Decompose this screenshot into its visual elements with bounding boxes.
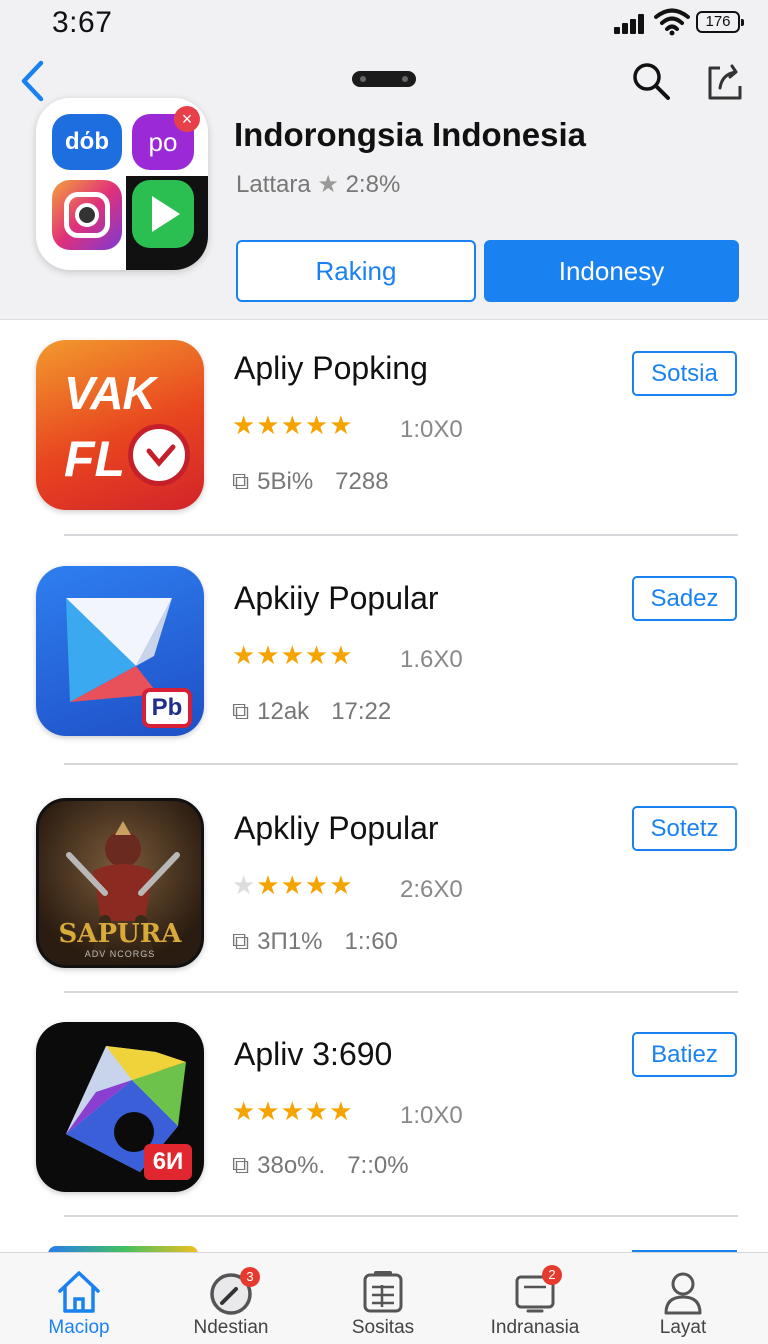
person-icon: [664, 1272, 702, 1315]
page-title: Indorongsia Indonesia: [234, 116, 587, 153]
rating-stars: ★★★★★: [232, 640, 354, 670]
cellular-signal-icon: [614, 14, 648, 34]
featured-app-icon[interactable]: dόb po ×: [36, 98, 208, 270]
divider: [64, 991, 738, 993]
list-item[interactable]: 6И Apliv 3:690 ★★★★★ 1:0X0 ⧉ 38o%. 7::0%…: [0, 1016, 768, 1246]
app-size: 5Bi%: [257, 468, 314, 495]
search-button[interactable]: [630, 60, 672, 102]
app-size: 38o%.: [257, 1152, 326, 1179]
app-time: 7::0%: [347, 1152, 409, 1179]
app-icon: 6И: [36, 1022, 204, 1192]
app-icon-text-1: VAK: [64, 367, 156, 419]
tab-sositas[interactable]: Sositas: [308, 1253, 458, 1344]
tab-label: Sositas: [351, 1317, 415, 1338]
rating-count: 1:0X0: [400, 416, 463, 443]
app-time: 1::60: [344, 928, 398, 955]
app-meta: ⧉ 38o%. 7::0%: [232, 1152, 409, 1180]
wifi-icon: [654, 8, 690, 36]
divider: [64, 534, 738, 536]
star-icon: ★: [317, 171, 339, 198]
get-button[interactable]: Sotetz: [632, 806, 737, 851]
rating-stars: ★★★★★: [232, 1096, 354, 1126]
header-subtitle: Lattara ★ 2:8%: [236, 170, 400, 199]
divider: [64, 763, 738, 765]
clock-icon: [128, 424, 190, 486]
app-meta: ⧉ 12ak 17:22: [232, 698, 391, 726]
rating-count: 1.6X0: [400, 646, 463, 673]
share-button[interactable]: [702, 58, 746, 102]
app-size: 12ak: [257, 698, 310, 725]
app-meta: ⧉ 3Π1% 1::60: [232, 928, 398, 956]
chevron-left-icon: [21, 60, 44, 102]
app-time: 7288: [335, 468, 389, 495]
sheet-grabber[interactable]: [352, 71, 416, 87]
get-button[interactable]: Sotsia: [632, 351, 737, 396]
subtitle-label: Lattara: [236, 171, 311, 198]
tab-bar: Maciop 3 Ndestian Sositas 2 Indranasia L…: [0, 1252, 768, 1344]
divider: [64, 1215, 738, 1217]
app-badge: Pb: [142, 688, 192, 728]
list-item[interactable]: VAK FL Apliy Popking ★★★★★ 1:0X0 ⧉ 5Bi% …: [0, 330, 768, 560]
hero-tile-purple-label: po: [148, 126, 178, 157]
home-icon: [58, 1271, 100, 1313]
download-icon: ⧉: [232, 468, 250, 495]
app-icon-title: SAPURA: [58, 919, 182, 949]
ranking-button[interactable]: Raking: [236, 240, 476, 302]
close-badge-icon[interactable]: ×: [174, 106, 200, 132]
get-button[interactable]: Sadez: [632, 576, 737, 621]
list-item[interactable]: SAPURA ADV NCORGS Apkliy Popular ★★★★★ 2…: [0, 790, 768, 1020]
camera-app-icon: [52, 180, 122, 250]
rating-count: 1:0X0: [400, 1102, 463, 1129]
download-icon: ⧉: [232, 1152, 250, 1179]
tab-indranasia[interactable]: 2 Indranasia: [460, 1253, 610, 1344]
document-icon: [363, 1271, 403, 1313]
download-icon: ⧉: [232, 698, 250, 725]
play-icon: [152, 196, 180, 232]
app-icon: Pb: [36, 566, 204, 736]
rating-stars: ★★★★★: [232, 410, 354, 440]
tab-label: Ndestian: [193, 1317, 269, 1338]
app-icon: SAPURA ADV NCORGS: [36, 798, 204, 968]
notification-badge: 2: [542, 1265, 562, 1285]
search-icon: [633, 63, 670, 100]
app-name: Apliy Popking: [234, 350, 428, 386]
tab-label: Indranasia: [490, 1317, 580, 1338]
share-icon: [708, 64, 742, 100]
status-time: 3:67: [52, 6, 113, 39]
tab-ndestian[interactable]: 3 Ndestian: [156, 1253, 306, 1344]
tab-label: Maciop: [48, 1317, 110, 1338]
app-icon-caption: ADV NCORGS: [84, 949, 156, 959]
tab-label: Layat: [659, 1317, 707, 1338]
indonesy-button[interactable]: Indonesy: [484, 240, 739, 302]
rating-stars: ★★★★★: [232, 870, 354, 900]
app-badge: 6И: [144, 1144, 192, 1180]
tab-maciop[interactable]: Maciop: [4, 1253, 154, 1344]
download-icon: ⧉: [232, 928, 250, 955]
app-icon: VAK FL: [36, 340, 204, 510]
rating-count: 2:6X0: [400, 876, 463, 903]
app-icon-text-2: FL: [64, 431, 126, 487]
back-button[interactable]: [14, 58, 50, 104]
tab-layat[interactable]: Layat: [608, 1253, 758, 1344]
app-meta: ⧉ 5Bi% 7288: [232, 468, 389, 496]
get-button[interactable]: Batiez: [632, 1032, 737, 1077]
app-time: 17:22: [331, 698, 392, 725]
app-name: Apliv 3:690: [234, 1036, 393, 1072]
hero-tile-blue: dόb: [52, 114, 122, 170]
notification-badge: 3: [240, 1267, 260, 1287]
subtitle-value: 2:8%: [345, 171, 401, 198]
list-item[interactable]: Pb Apkiiy Popular ★★★★★ 1.6X0 ⧉ 12ak 17:…: [0, 560, 768, 790]
app-name: Apkiiy Popular: [234, 580, 439, 616]
hero-tile-blue-label: dόb: [65, 128, 109, 155]
app-size: 3Π1%: [257, 928, 323, 955]
battery-indicator: 176: [696, 11, 744, 33]
play-app-icon: [132, 180, 194, 248]
app-name: Apkliy Popular: [234, 810, 439, 846]
